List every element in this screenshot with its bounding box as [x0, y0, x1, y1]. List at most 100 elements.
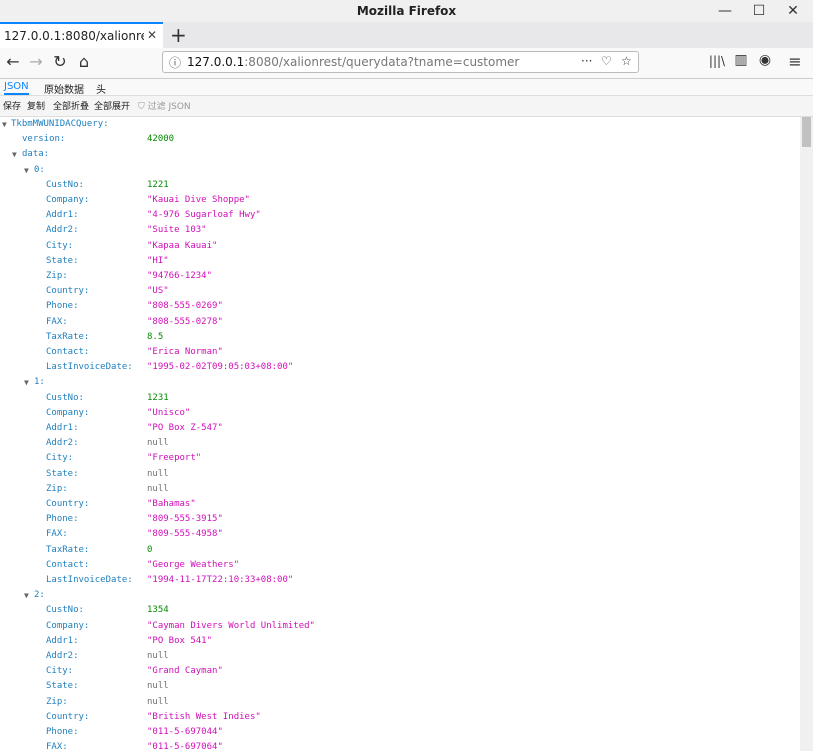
json-row[interactable]: Contact: "Erica Norman"	[0, 345, 800, 360]
expand-triangle-icon[interactable]: ▼	[12, 147, 17, 162]
json-key: Zip:	[46, 483, 68, 494]
json-value: "1995-02-02T09:05:03+08:00"	[147, 362, 294, 373]
json-value: 0	[147, 544, 153, 555]
json-row[interactable]: City: "Freeport"	[0, 451, 800, 466]
filter-json-input[interactable]: ⛉ 过滤 JSON	[138, 99, 191, 112]
json-row[interactable]: CustNo: 1354	[0, 603, 800, 618]
json-row[interactable]: Company: "Cayman Divers World Unlimited"	[0, 619, 800, 634]
navigation-toolbar: ← → ↻ ⌂ ⓘ 127.0.0.1:8080/xalionrest/quer…	[0, 48, 813, 79]
collapse-all-button[interactable]: 全部折叠	[53, 99, 89, 112]
json-row[interactable]: FAX: "808-555-0278"	[0, 315, 800, 330]
minimize-button[interactable]: —	[710, 2, 740, 20]
json-value: 8.5	[147, 331, 164, 342]
pocket-icon[interactable]: ♡	[601, 54, 612, 68]
json-row[interactable]: Zip: null	[0, 482, 800, 497]
json-key: CustNo:	[46, 179, 84, 190]
tab-headers[interactable]: 头	[96, 81, 106, 96]
json-tree: ▼ TkbmMWUNIDACQuery: version: 42000 ▼ da…	[0, 117, 800, 751]
maximize-button[interactable]: ☐	[744, 2, 774, 20]
json-row[interactable]: Company: "Kauai Dive Shoppe"	[0, 193, 800, 208]
json-value: null	[147, 483, 169, 494]
json-key: 0:	[34, 164, 45, 175]
json-row[interactable]: Phone: "011-5-697044"	[0, 725, 800, 740]
json-viewer-tabs: JSON 原始数据 头	[0, 79, 813, 96]
json-row[interactable]: CustNo: 1221	[0, 178, 800, 193]
menu-icon[interactable]: ≡	[784, 52, 806, 71]
json-row[interactable]: FAX: "809-555-4958"	[0, 527, 800, 542]
json-row[interactable]: Company: "Unisco"	[0, 406, 800, 421]
json-value: 42000	[147, 134, 175, 144]
json-row[interactable]: Contact: "George Weathers"	[0, 558, 800, 573]
copy-button[interactable]: 复制	[27, 99, 45, 112]
page-actions-icon[interactable]: ···	[581, 54, 592, 68]
tab-close-icon[interactable]: ✕	[147, 28, 157, 42]
json-row[interactable]: TaxRate: 0	[0, 543, 800, 558]
json-row[interactable]: LastInvoiceDate: "1995-02-02T09:05:03+08:…	[0, 360, 800, 375]
json-row[interactable]: Addr1: "PO Box Z-547"	[0, 421, 800, 436]
json-key: Company:	[46, 620, 90, 631]
json-row[interactable]: Country: "British West Indies"	[0, 710, 800, 725]
json-row[interactable]: FAX: "011-5-697064"	[0, 740, 800, 751]
json-row[interactable]: Addr2: "Suite 103"	[0, 223, 800, 238]
json-row[interactable]: Addr1: "PO Box 541"	[0, 634, 800, 649]
json-row[interactable]: version: 42000	[0, 132, 800, 147]
expand-triangle-icon[interactable]: ▼	[24, 588, 29, 603]
json-value: "94766-1234"	[147, 271, 213, 281]
json-row[interactable]: Phone: "809-555-3915"	[0, 512, 800, 527]
json-row[interactable]: City: "Kapaa Kauai"	[0, 239, 800, 254]
expand-triangle-icon[interactable]: ▼	[24, 375, 29, 390]
scrollbar-thumb[interactable]	[802, 117, 811, 147]
json-row[interactable]: Addr2: null	[0, 436, 800, 451]
vertical-scrollbar[interactable]	[800, 117, 813, 751]
json-value: "George Weathers"	[147, 559, 240, 570]
json-row[interactable]: CustNo: 1231	[0, 391, 800, 406]
json-key: Addr1:	[46, 210, 79, 221]
new-tab-button[interactable]: +	[170, 23, 187, 47]
json-row[interactable]: State: "HI"	[0, 254, 800, 269]
home-icon[interactable]: ⌂	[73, 52, 95, 71]
account-icon[interactable]: ◉	[754, 52, 776, 68]
json-key: Zip:	[46, 271, 68, 281]
expand-all-button[interactable]: 全部展开	[94, 99, 130, 112]
json-key: Country:	[46, 286, 90, 297]
json-row[interactable]: Zip: null	[0, 695, 800, 710]
filter-icon: ⛉	[138, 102, 148, 112]
json-row[interactable]: State: null	[0, 467, 800, 482]
json-value: "809-555-3915"	[147, 514, 223, 525]
browser-tab[interactable]: 127.0.0.1:8080/xalionrest/quer ✕	[0, 22, 163, 48]
json-row[interactable]: Country: "Bahamas"	[0, 497, 800, 512]
json-row[interactable]: Addr2: null	[0, 649, 800, 664]
back-icon[interactable]: ←	[2, 52, 24, 71]
json-row[interactable]: Phone: "808-555-0269"	[0, 299, 800, 314]
json-value: "1994-11-17T22:10:33+08:00"	[147, 575, 294, 585]
json-row[interactable]: TaxRate: 8.5	[0, 330, 800, 345]
json-row[interactable]: Zip: "94766-1234"	[0, 269, 800, 284]
tab-json[interactable]: JSON	[4, 81, 29, 95]
json-key: TaxRate:	[46, 544, 90, 555]
json-row[interactable]: City: "Grand Cayman"	[0, 664, 800, 679]
json-value: null	[147, 651, 169, 661]
sidebar-icon[interactable]: ▥	[730, 52, 752, 68]
expand-triangle-icon[interactable]: ▼	[24, 163, 29, 178]
bookmark-star-icon[interactable]: ☆	[621, 54, 632, 68]
close-window-button[interactable]: ✕	[778, 2, 808, 20]
save-button[interactable]: 保存	[3, 99, 21, 112]
json-value: "011-5-697064"	[147, 742, 223, 751]
json-row[interactable]: Addr1: "4-976 Sugarloaf Hwy"	[0, 208, 800, 223]
json-value: null	[147, 438, 169, 449]
json-key: CustNo:	[46, 605, 84, 616]
json-row[interactable]: State: null	[0, 679, 800, 694]
expand-triangle-icon[interactable]: ▼	[2, 117, 7, 132]
forward-icon[interactable]: →	[25, 52, 47, 71]
url-text: 127.0.0.1:8080/xalionrest/querydata?tnam…	[187, 55, 520, 69]
site-info-icon[interactable]: ⓘ	[169, 54, 181, 71]
library-icon[interactable]: |||\	[706, 54, 728, 68]
tab-raw-data[interactable]: 原始数据	[44, 81, 84, 96]
address-bar[interactable]: ⓘ 127.0.0.1:8080/xalionrest/querydata?tn…	[162, 51, 639, 73]
json-key: Addr2:	[46, 225, 79, 236]
reload-icon[interactable]: ↻	[49, 52, 71, 71]
json-row[interactable]: Country: "US"	[0, 284, 800, 299]
json-key: City:	[46, 453, 74, 464]
json-toolbar: 保存 复制 全部折叠 全部展开 ⛉ 过滤 JSON	[0, 96, 813, 117]
json-row[interactable]: LastInvoiceDate: "1994-11-17T22:10:33+08:…	[0, 573, 800, 588]
